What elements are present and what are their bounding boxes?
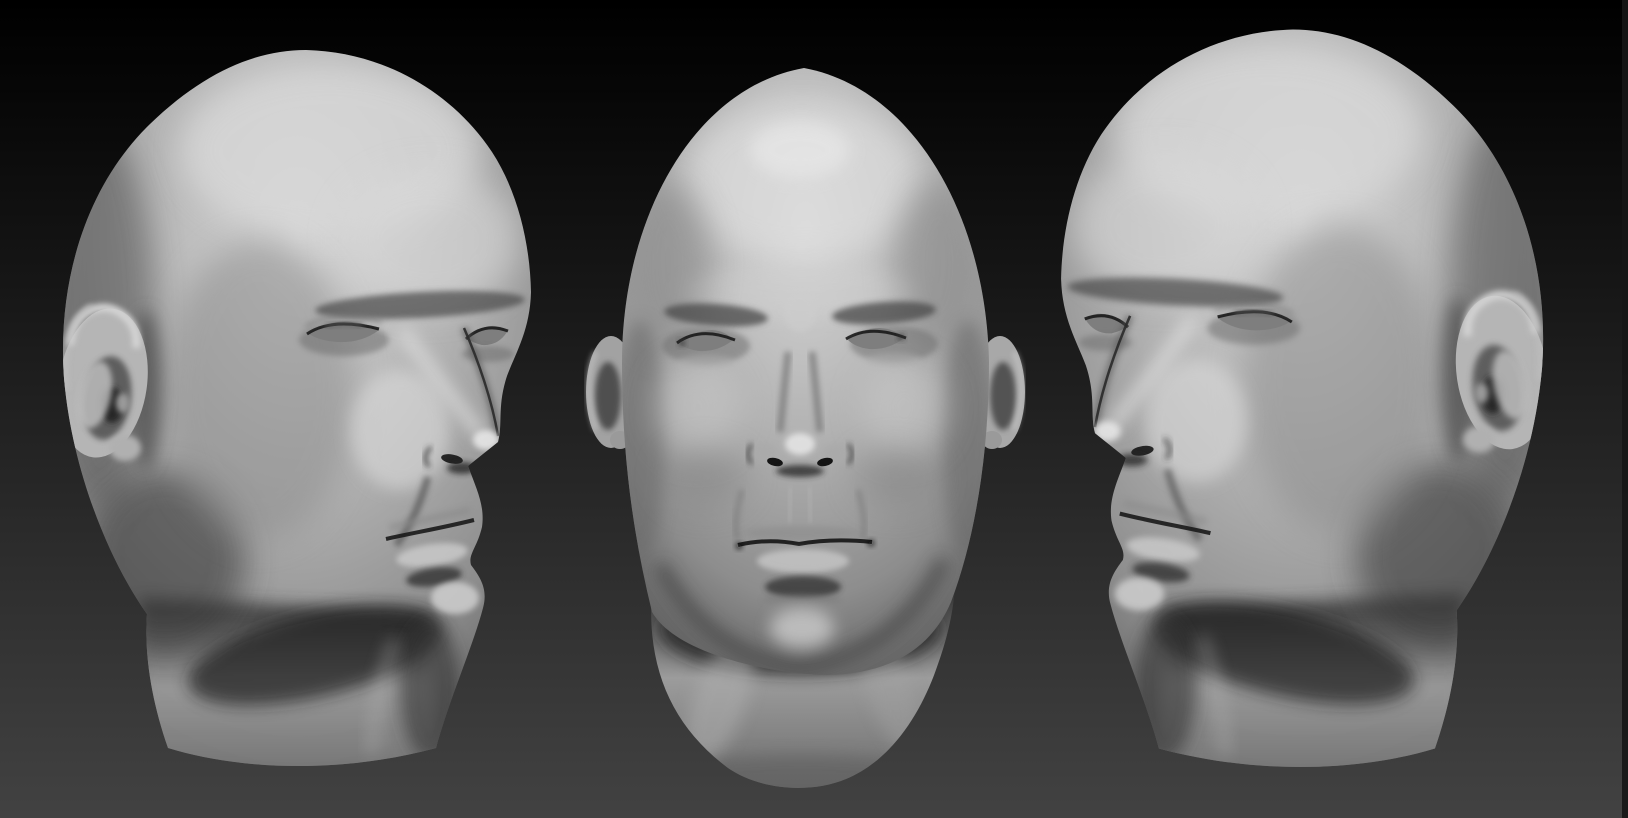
sculpt-render-canvas xyxy=(0,0,1628,818)
canvas-right-edge-strip xyxy=(1622,0,1628,818)
sculpt-render-figure xyxy=(0,0,1628,818)
